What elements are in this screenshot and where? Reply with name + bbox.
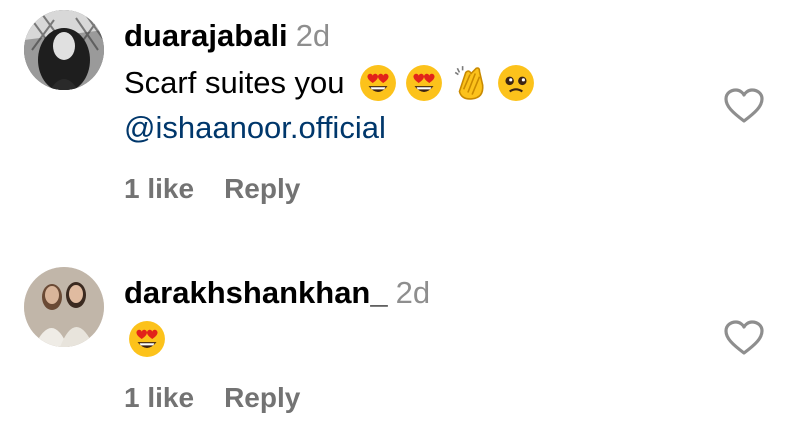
like-heart-icon[interactable] (724, 320, 764, 356)
heart-eyes-emoji (128, 320, 166, 358)
avatar[interactable] (24, 267, 104, 347)
comment-actions: 1 like Reply (124, 173, 300, 205)
comment-header: duarajabali 2d (124, 18, 330, 54)
username[interactable]: duarajabali (124, 18, 288, 53)
heart-eyes-emoji (405, 64, 443, 102)
comment-body: Scarf suites you (124, 65, 345, 100)
heart-eyes-emoji (359, 64, 397, 102)
like-heart-icon[interactable] (724, 88, 764, 124)
username[interactable]: darakhshankhan_ (124, 275, 388, 310)
clapping-hands-emoji (451, 64, 489, 102)
comment-header: darakhshankhan_ 2d (124, 275, 430, 311)
pleading-face-emoji (497, 64, 535, 102)
avatar[interactable] (24, 10, 104, 90)
likes-count[interactable]: 1 like (124, 382, 194, 413)
timestamp: 2d (295, 18, 331, 53)
reply-button[interactable]: Reply (224, 382, 300, 413)
likes-count[interactable]: 1 like (124, 173, 194, 204)
mention-line: @ishaanoor.official (124, 110, 386, 146)
timestamp: 2d (395, 275, 431, 310)
comment-text: Scarf suites you (124, 64, 535, 102)
mention-link[interactable]: @ishaanoor.official (124, 110, 386, 145)
comment-text (124, 320, 166, 358)
comment-item: duarajabali 2d Scarf suites you @ishaanoo… (0, 0, 793, 230)
comment-actions: 1 like Reply (124, 382, 300, 414)
reply-button[interactable]: Reply (224, 173, 300, 204)
comment-item: darakhshankhan_ 2d 1 like Reply (0, 262, 793, 425)
